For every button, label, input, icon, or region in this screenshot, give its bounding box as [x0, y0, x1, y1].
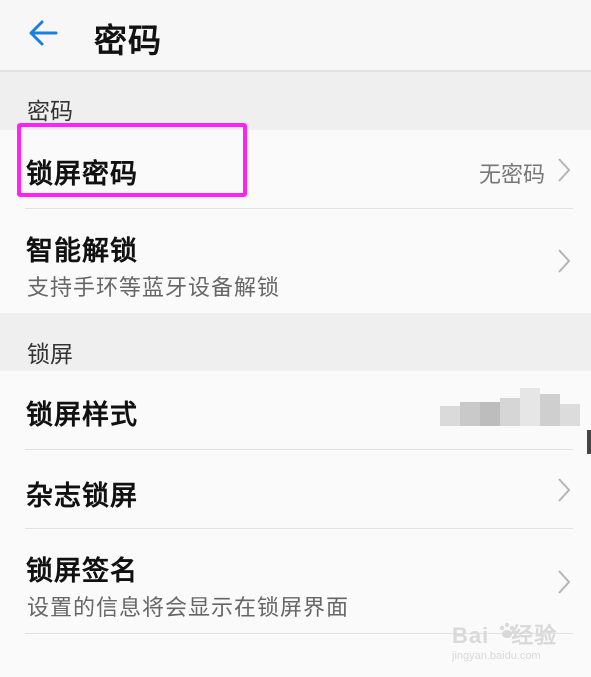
section-header-lock-screen: 锁屏 [0, 313, 591, 371]
page-title: 密码 [94, 21, 162, 60]
watermark-brand-right: 经验 [511, 623, 558, 648]
arrow-left-icon [29, 20, 58, 46]
row-title: 杂志锁屏 [26, 481, 138, 512]
magazine-lock-screen-row[interactable]: 杂志锁屏 [0, 450, 591, 528]
row-title: 锁屏样式 [26, 400, 138, 431]
row-value: 无密码 [478, 163, 545, 188]
top-app-bar: 密码 [0, 0, 591, 72]
watermark-url: jingyan.baidu.com [452, 650, 541, 662]
paw-icon [499, 622, 515, 638]
baidu-watermark: Bai 经验 jingyan.baidu.com [452, 618, 582, 670]
section-label: 密码 [27, 99, 73, 125]
row-title: 锁屏签名 [26, 556, 138, 587]
watermark-brand-left: Bai [452, 623, 490, 648]
lock-screen-password-row[interactable]: 锁屏密码 无密码 [0, 130, 591, 208]
row-subtitle: 设置的信息将会显示在锁屏界面 [27, 596, 350, 621]
chevron-right-icon [558, 249, 571, 273]
section-header-password: 密码 [0, 72, 591, 130]
smart-unlock-row[interactable]: 智能解锁 支持手环等蓝牙设备解锁 [0, 209, 591, 313]
row-subtitle: 支持手环等蓝牙设备解锁 [27, 276, 281, 301]
chevron-right-icon [558, 570, 571, 594]
row-title: 锁屏密码 [26, 159, 138, 190]
section-label: 锁屏 [27, 342, 73, 368]
chevron-right-icon [558, 158, 571, 182]
password-settings-group: 锁屏密码 无密码 智能解锁 支持手环等蓝牙设备解锁 [0, 130, 591, 313]
back-button[interactable] [22, 14, 66, 54]
row-title: 智能解锁 [26, 236, 138, 267]
edge-mark [587, 430, 591, 454]
chevron-right-icon [558, 478, 571, 502]
blurred-mosaic [440, 384, 580, 444]
